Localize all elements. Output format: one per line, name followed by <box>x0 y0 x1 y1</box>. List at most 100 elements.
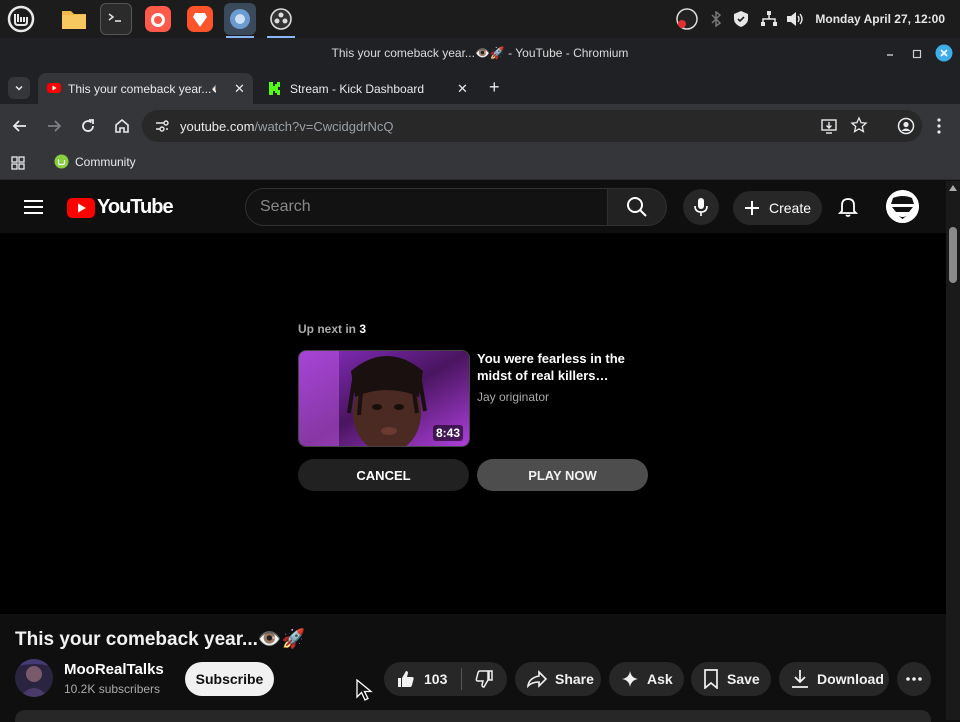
mouse-cursor-icon <box>356 679 374 701</box>
channel-avatar[interactable] <box>15 659 53 697</box>
mint-menu-icon[interactable] <box>5 3 37 35</box>
plus-icon <box>745 201 759 215</box>
share-button[interactable]: Share <box>515 662 601 696</box>
search-button[interactable] <box>607 188 667 226</box>
share-label: Share <box>555 671 594 687</box>
obs-tray-icon[interactable] <box>676 8 698 30</box>
bookmark-star-icon[interactable] <box>850 116 868 134</box>
bookmark-icon <box>704 669 718 689</box>
download-button[interactable]: Download <box>779 662 889 696</box>
notifications-bell-icon[interactable] <box>838 196 858 218</box>
youtube-logo[interactable]: YouTube <box>67 196 174 219</box>
ask-button[interactable]: Ask <box>609 662 684 696</box>
play-now-button[interactable]: PLAY NOW <box>477 459 648 491</box>
more-actions-button[interactable] <box>897 662 931 696</box>
video-player[interactable]: Up next in 3 8:43 You were fearless in t… <box>0 233 946 614</box>
bookmarks-bar: Community <box>0 148 960 180</box>
tab-title: This your comeback year...👁️🚀 <box>68 82 216 96</box>
like-button[interactable]: 103 <box>384 662 447 696</box>
tab-kick[interactable]: Stream - Kick Dashboard ✕ <box>258 73 478 104</box>
files-icon[interactable] <box>58 3 90 35</box>
community-icon <box>54 154 69 169</box>
youtube-favicon <box>47 83 61 93</box>
up-next-prefix: Up next in <box>298 322 357 336</box>
download-label: Download <box>817 671 884 687</box>
brave-icon[interactable] <box>184 3 216 35</box>
share-icon <box>527 670 547 688</box>
new-tab-icon[interactable]: + <box>489 77 500 98</box>
volume-icon[interactable] <box>786 11 804 27</box>
channel-name[interactable]: MooRealTalks <box>64 661 164 678</box>
bookmark-label: Community <box>75 154 136 169</box>
os-taskbar: Monday April 27, 12:00 <box>0 0 960 38</box>
window-title: This your comeback year...👁️🚀 - YouTube … <box>331 46 629 60</box>
kick-favicon <box>268 82 280 95</box>
browser-menu-icon[interactable] <box>932 117 946 135</box>
save-button[interactable]: Save <box>691 662 771 696</box>
bookmark-community[interactable]: Community <box>54 154 136 169</box>
profile-icon[interactable] <box>897 117 915 135</box>
like-count: 103 <box>424 671 448 687</box>
more-horizontal-icon <box>906 677 922 681</box>
tab-youtube[interactable]: This your comeback year...👁️🚀 ✕ <box>38 73 253 104</box>
download-icon <box>792 670 808 688</box>
description-panel[interactable] <box>15 710 931 722</box>
minimize-icon[interactable] <box>884 48 896 60</box>
maximize-icon[interactable] <box>911 48 923 60</box>
sparkle-icon <box>622 671 638 687</box>
cancel-autoplay-button[interactable]: CANCEL <box>298 459 469 491</box>
search-input[interactable] <box>260 189 590 225</box>
microphone-icon <box>694 198 708 216</box>
tab-close-icon[interactable]: ✕ <box>457 81 468 97</box>
create-label: Create <box>769 200 812 216</box>
back-icon[interactable] <box>12 118 28 134</box>
youtube-header: YouTube Create <box>0 181 946 233</box>
search-box[interactable] <box>245 188 608 226</box>
close-window-icon[interactable] <box>935 44 953 62</box>
subscribe-button[interactable]: Subscribe <box>185 662 274 696</box>
install-app-icon[interactable] <box>820 117 838 135</box>
scroll-up-icon[interactable] <box>949 185 957 191</box>
url-text[interactable]: youtube.com/watch?v=CwcidgdrNcQ <box>180 119 394 134</box>
next-video-channel[interactable]: Jay originator <box>477 390 549 404</box>
page-scrollbar[interactable] <box>946 181 960 720</box>
forward-icon[interactable] <box>46 118 62 134</box>
tab-strip: This your comeback year...👁️🚀 ✕ Stream -… <box>0 70 960 104</box>
create-button[interactable]: Create <box>733 191 822 225</box>
reload-icon[interactable] <box>80 118 96 134</box>
url-host: youtube.com <box>180 119 255 134</box>
next-video-thumbnail[interactable]: 8:43 <box>298 350 470 447</box>
voice-search-button[interactable] <box>683 189 719 225</box>
obs-icon[interactable] <box>265 3 297 38</box>
hamburger-menu-icon[interactable] <box>24 199 43 215</box>
bluetooth-icon[interactable] <box>710 11 722 27</box>
search-icon <box>627 197 647 217</box>
terminal-icon[interactable] <box>100 3 132 35</box>
next-video-title[interactable]: You were fearless in the midst of real k… <box>477 350 627 384</box>
firefox-icon[interactable] <box>142 3 174 35</box>
tab-title: Stream - Kick Dashboard <box>290 82 425 96</box>
like-dislike-group: 103 <box>384 662 507 696</box>
apps-grid-icon[interactable] <box>11 156 25 170</box>
dislike-button[interactable] <box>462 662 502 696</box>
scrollbar-thumb[interactable] <box>949 227 957 283</box>
account-avatar[interactable] <box>886 190 919 223</box>
home-icon[interactable] <box>113 117 131 135</box>
up-next-label: Up next in 3 <box>298 322 366 336</box>
window-titlebar[interactable]: This your comeback year...👁️🚀 - YouTube … <box>0 38 960 70</box>
video-title: This your comeback year...👁️🚀 <box>15 629 306 650</box>
browser-toolbar: youtube.com/watch?v=CwcidgdrNcQ <box>0 104 960 148</box>
shield-icon[interactable] <box>733 10 749 28</box>
duration-badge: 8:43 <box>432 425 463 441</box>
save-label: Save <box>727 671 760 687</box>
thumbs-up-icon <box>398 671 414 687</box>
site-settings-icon[interactable] <box>155 119 169 133</box>
tab-search-icon[interactable] <box>8 77 30 99</box>
clock[interactable]: Monday April 27, 12:00 <box>815 12 945 26</box>
ask-label: Ask <box>647 671 673 687</box>
tab-close-icon[interactable]: ✕ <box>234 81 245 97</box>
chromium-icon[interactable] <box>224 3 256 38</box>
logo-text: YouTube <box>97 196 174 218</box>
youtube-page: YouTube Create Up next in 3 <box>0 181 946 722</box>
network-icon[interactable] <box>760 10 778 28</box>
